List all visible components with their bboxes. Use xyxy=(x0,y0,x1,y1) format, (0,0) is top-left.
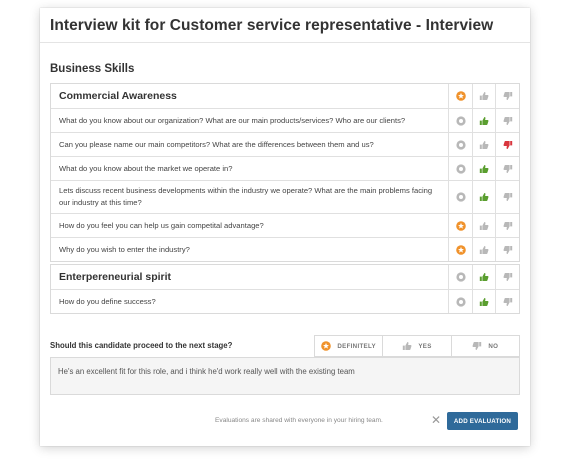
thumbs-up-icon xyxy=(479,245,489,255)
rate-no-cell[interactable] xyxy=(495,265,519,289)
rate-no-cell[interactable] xyxy=(495,84,519,108)
question-text: What do you know about the market we ope… xyxy=(59,163,233,173)
question-text: How do you feel you can help us gain com… xyxy=(59,220,264,230)
thumbs-down-icon xyxy=(503,192,513,202)
rate-yes-cell[interactable] xyxy=(471,238,496,261)
rate-no-cell[interactable] xyxy=(495,109,519,132)
rate-definitely-cell[interactable] xyxy=(448,238,472,261)
star-icon xyxy=(456,139,466,150)
thumbs-up-icon xyxy=(479,221,489,231)
rate-definitely-cell[interactable] xyxy=(448,181,472,213)
question-row: Why do you wish to enter the industry? xyxy=(51,237,519,261)
rate-yes-cell[interactable] xyxy=(471,109,496,132)
thumbs-down-icon xyxy=(503,245,513,255)
question-row: Can you please name our main competitors… xyxy=(51,132,519,156)
rate-definitely-cell[interactable] xyxy=(448,265,472,289)
interview-kit-card: Interview kit for Customer service repre… xyxy=(40,8,530,446)
question-row: What do you know about our organization?… xyxy=(51,108,519,132)
rate-yes-cell[interactable] xyxy=(471,84,496,108)
rate-definitely-cell[interactable] xyxy=(448,133,472,156)
star-icon xyxy=(455,91,466,101)
star-icon xyxy=(456,296,466,307)
question-group-enterpreneurial-spirit: Enterpereneurial spirit How do you define… xyxy=(50,264,520,314)
thumbs-down-icon xyxy=(503,91,513,101)
thumbs-up-icon xyxy=(479,192,489,202)
question-text: Why do you wish to enter the industry? xyxy=(59,244,190,254)
thumbs-up-icon xyxy=(479,297,489,307)
rate-no-cell[interactable] xyxy=(495,181,519,213)
group-heading-row: Commercial Awareness xyxy=(51,84,519,108)
add-evaluation-button[interactable]: ADD EVALUATION xyxy=(447,412,518,430)
thumbs-down-icon xyxy=(503,221,513,231)
rate-definitely-cell[interactable] xyxy=(448,214,472,237)
page-title: Interview kit for Customer service repre… xyxy=(50,17,494,34)
question-text: What do you know about our organization?… xyxy=(59,115,406,125)
rate-yes-cell[interactable] xyxy=(471,133,496,156)
proceed-question: Should this candidate proceed to the nex… xyxy=(50,341,233,350)
thumbs-down-icon xyxy=(503,272,513,282)
section-title: Business Skills xyxy=(50,63,135,75)
group-heading-row: Enterpereneurial spirit xyxy=(51,265,519,289)
choice-no[interactable]: NO xyxy=(450,336,519,356)
star-icon xyxy=(455,244,466,255)
rate-no-cell[interactable] xyxy=(495,214,519,237)
star-icon xyxy=(456,115,466,126)
thumbs-up-icon xyxy=(402,341,412,351)
rate-yes-cell[interactable] xyxy=(471,290,496,313)
question-text: How do you define success? xyxy=(59,296,156,306)
star-icon xyxy=(456,192,466,202)
rate-yes-cell[interactable] xyxy=(471,181,496,213)
rate-yes-cell[interactable] xyxy=(471,265,496,289)
star-icon xyxy=(456,163,466,174)
question-text: Lets discuss recent business development… xyxy=(59,186,433,207)
question-group-commercial-awareness: Commercial Awareness What do you know abo… xyxy=(50,83,520,262)
question-row: How do you define success? xyxy=(51,289,519,313)
rate-yes-cell[interactable] xyxy=(471,214,496,237)
choice-definitely-label: DEFINITELY xyxy=(337,342,376,350)
comment-textarea[interactable]: He's an excellent fit for this role, and… xyxy=(50,357,520,395)
question-row: What do you know about the market we ope… xyxy=(51,156,519,180)
thumbs-up-icon xyxy=(479,164,489,174)
thumbs-down-icon xyxy=(503,116,513,126)
rate-no-cell[interactable] xyxy=(495,238,519,261)
rate-no-cell[interactable] xyxy=(495,133,519,156)
thumbs-up-icon xyxy=(479,91,489,101)
rate-definitely-cell[interactable] xyxy=(448,84,472,108)
rate-yes-cell[interactable] xyxy=(471,157,496,180)
choice-yes-label: YES xyxy=(418,342,432,350)
rate-no-cell[interactable] xyxy=(495,157,519,180)
thumbs-down-icon xyxy=(503,297,513,307)
group-heading: Enterpereneurial spirit xyxy=(59,271,172,283)
rate-definitely-cell[interactable] xyxy=(448,109,472,132)
card-header: Interview kit for Customer service repre… xyxy=(40,8,530,43)
rate-definitely-cell[interactable] xyxy=(448,290,472,313)
choice-definitely[interactable]: DEFINITELY xyxy=(315,336,382,356)
thumbs-up-icon xyxy=(479,272,489,282)
question-row: Lets discuss recent business development… xyxy=(51,180,519,213)
question-row: How do you feel you can help us gain com… xyxy=(51,213,519,237)
star-icon xyxy=(321,341,332,351)
choice-yes[interactable]: YES xyxy=(382,336,450,356)
thumbs-down-icon xyxy=(503,140,513,150)
question-text: Can you please name our main competitors… xyxy=(59,139,374,149)
star-icon xyxy=(455,220,466,231)
footer-note: Evaluations are shared with everyone in … xyxy=(215,417,383,424)
star-icon xyxy=(456,272,466,282)
thumbs-down-icon xyxy=(503,164,513,174)
rate-no-cell[interactable] xyxy=(495,290,519,313)
thumbs-up-icon xyxy=(479,116,489,126)
choice-no-label: NO xyxy=(488,342,499,350)
thumbs-up-icon xyxy=(479,140,489,150)
proceed-choices: DEFINITELY YES NO xyxy=(314,335,520,357)
close-icon[interactable]: ✕ xyxy=(431,414,441,426)
group-heading: Commercial Awareness xyxy=(59,90,177,102)
rate-definitely-cell[interactable] xyxy=(448,157,472,180)
thumbs-down-icon xyxy=(472,341,482,351)
